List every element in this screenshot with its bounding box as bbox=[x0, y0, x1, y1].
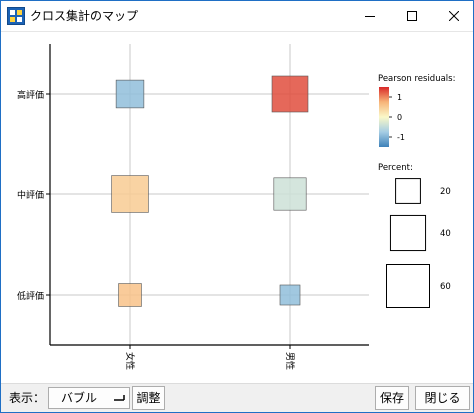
close-icon bbox=[449, 11, 459, 21]
size-legend-label: 40 bbox=[440, 229, 451, 239]
color-scale-label: 0 bbox=[397, 113, 402, 122]
minimize-icon bbox=[365, 16, 375, 17]
adjust-button[interactable]: 調整 bbox=[132, 386, 165, 410]
bubble-square bbox=[279, 284, 301, 306]
display-label: 表示： bbox=[9, 391, 46, 405]
display-select-value: バブル bbox=[61, 391, 98, 405]
color-legend-title: Pearson residuals: bbox=[378, 74, 455, 84]
color-scale-label: 1 bbox=[397, 93, 402, 102]
row-label: 低評価 bbox=[17, 290, 44, 302]
dropdown-icon bbox=[114, 395, 125, 401]
save-button[interactable]: 保存 bbox=[375, 386, 409, 410]
bubble-square bbox=[273, 177, 307, 211]
plot-area: 高評価中評価低評価女性 男性 Pearson residuals: 1 0 -1 Perce… bbox=[1, 32, 473, 381]
size-legend-title: Percent: bbox=[378, 163, 413, 173]
window-title: クロス集計のマップ bbox=[30, 9, 139, 23]
row-label: 高評価 bbox=[17, 89, 44, 101]
close-button[interactable]: 閉じる bbox=[415, 386, 470, 410]
size-legend-square bbox=[395, 178, 421, 204]
bubble-square bbox=[111, 175, 149, 213]
column-label: 女性 bbox=[124, 352, 136, 370]
row-label: 中評価 bbox=[17, 189, 44, 201]
map-window: クロス集計のマップ 高評価中評価低評価女性 男性 Pearson residuals… bbox=[0, 0, 474, 413]
color-scale-bar bbox=[379, 87, 389, 147]
bubble-chart: 高評価中評価低評価女性 男性 Pearson residuals: 1 0 -1 Perce… bbox=[17, 44, 455, 370]
bottom-toolbar: 表示： バブル 調整 保存 閉じる bbox=[1, 383, 473, 412]
close-window-button[interactable] bbox=[431, 1, 473, 31]
size-legend-label: 20 bbox=[440, 187, 451, 197]
bubble-square bbox=[271, 75, 309, 113]
size-legend-square bbox=[389, 214, 427, 252]
bubble-square bbox=[115, 79, 145, 109]
size-legend-label: 60 bbox=[440, 282, 451, 292]
minimize-button[interactable] bbox=[347, 1, 393, 31]
color-scale-label: -1 bbox=[397, 133, 405, 142]
column-label: 男性 bbox=[284, 352, 296, 370]
size-legend-square bbox=[386, 264, 430, 308]
app-icon bbox=[7, 7, 25, 25]
maximize-icon bbox=[407, 11, 417, 21]
maximize-button[interactable] bbox=[389, 1, 435, 31]
bubble-square bbox=[118, 283, 142, 307]
display-select[interactable]: バブル bbox=[48, 387, 130, 409]
title-bar: クロス集計のマップ bbox=[1, 1, 473, 32]
